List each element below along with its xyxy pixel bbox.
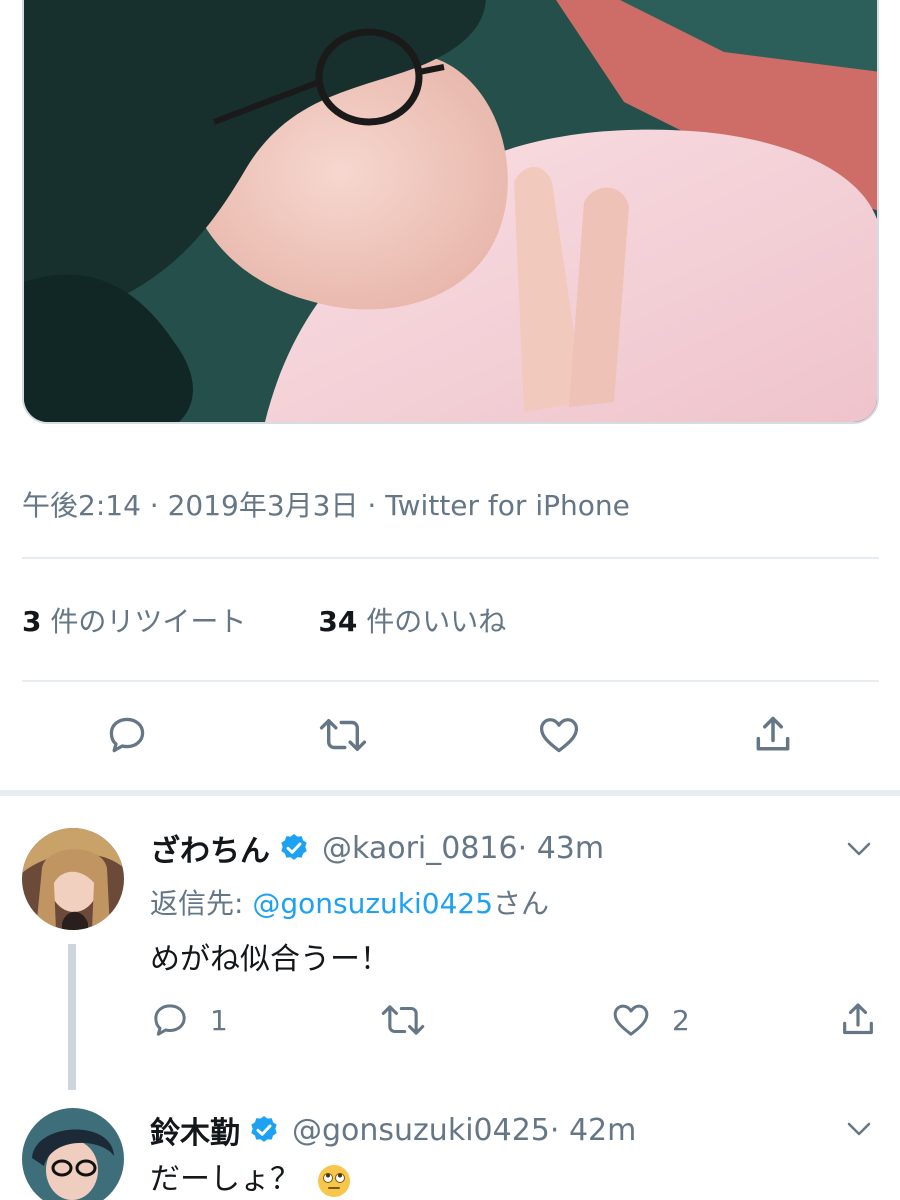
verified-badge-icon [281, 834, 307, 860]
retweets-count: 3 [22, 605, 42, 638]
user-name[interactable]: 鈴木勤 [150, 1108, 240, 1152]
reply-icon [109, 717, 145, 753]
tweet-stats: 3 件のリツイート 34 件のいいね [22, 600, 506, 640]
retweet-button[interactable] [380, 998, 426, 1042]
chevron-down-icon[interactable] [844, 834, 874, 864]
share-button[interactable] [748, 710, 798, 760]
retweet-button[interactable] [318, 710, 368, 760]
like-count: 2 [672, 1003, 690, 1037]
divider [22, 557, 879, 559]
likes-count: 34 [318, 605, 358, 638]
reply-header: 鈴木勤 @gonsuzuki0425 42m [150, 1108, 636, 1152]
reply-to-mention[interactable]: @gonsuzuki0425 [252, 887, 493, 920]
retweets-label: 件のリツイート [50, 605, 247, 638]
avatar[interactable] [22, 828, 124, 930]
likes-label: 件のいいね [366, 605, 507, 638]
share-icon [843, 1003, 873, 1035]
like-button[interactable]: 2 [610, 998, 690, 1042]
avatar-image [22, 1108, 124, 1200]
reply-button[interactable]: 1 [150, 998, 228, 1042]
reply-action-bar: 1 2 [0, 998, 900, 1042]
reply-time[interactable]: 43m [518, 831, 604, 866]
user-handle[interactable]: @gonsuzuki0425 [292, 1113, 550, 1148]
user-handle[interactable]: @kaori_0816 [322, 831, 518, 866]
like-icon [539, 718, 579, 753]
reply-to-prefix: 返信先: [150, 887, 253, 920]
reply-tweet[interactable]: ざわちん @kaori_0816 43m 返信先: @gonsuzuki0425… [0, 796, 900, 1096]
reply-to-suffix: さん [493, 887, 550, 920]
share-button[interactable] [838, 998, 878, 1042]
photo-illustration [24, 0, 877, 422]
verified-badge-icon [251, 1116, 277, 1142]
retweet-icon [381, 1005, 425, 1035]
rolling-eyes-emoji-icon [317, 1164, 350, 1197]
reply-text: めがね似合うー！ [150, 942, 390, 977]
reply-to-line: 返信先: @gonsuzuki0425さん [150, 882, 549, 922]
tweet-meta: 午後2:142019年3月3日Twitter for iPhone [22, 484, 630, 524]
tweet-photo[interactable] [22, 0, 879, 424]
chevron-down-icon[interactable] [844, 1114, 874, 1144]
reply-count: 1 [210, 1003, 228, 1037]
reply-button[interactable] [102, 710, 152, 760]
reply-header: ざわちん @kaori_0816 43m [150, 826, 604, 870]
likes-stat[interactable]: 34 件のいいね [318, 600, 506, 640]
like-icon [613, 1004, 649, 1036]
reply-icon [154, 1004, 186, 1036]
tweet-time: 午後2:14 [22, 489, 141, 522]
share-icon [756, 716, 790, 751]
tweet-date: 2019年3月3日 [141, 489, 359, 522]
reply-text-line: だーしょ？ [150, 1154, 352, 1199]
avatar[interactable] [22, 1108, 124, 1200]
like-button[interactable] [534, 710, 584, 760]
user-name[interactable]: ざわちん [150, 826, 270, 870]
retweet-icon [319, 719, 367, 751]
retweets-stat[interactable]: 3 件のリツイート [22, 600, 246, 640]
tweet-action-bar [0, 710, 900, 770]
tweet-source[interactable]: Twitter for iPhone [358, 489, 629, 522]
reply-tweet[interactable]: 鈴木勤 @gonsuzuki0425 42m だーしょ？ [0, 1096, 900, 1200]
divider [22, 680, 879, 682]
reply-text: だーしょ？ [150, 1162, 300, 1197]
avatar-image [22, 828, 124, 930]
reply-time[interactable]: 42m [550, 1113, 636, 1148]
